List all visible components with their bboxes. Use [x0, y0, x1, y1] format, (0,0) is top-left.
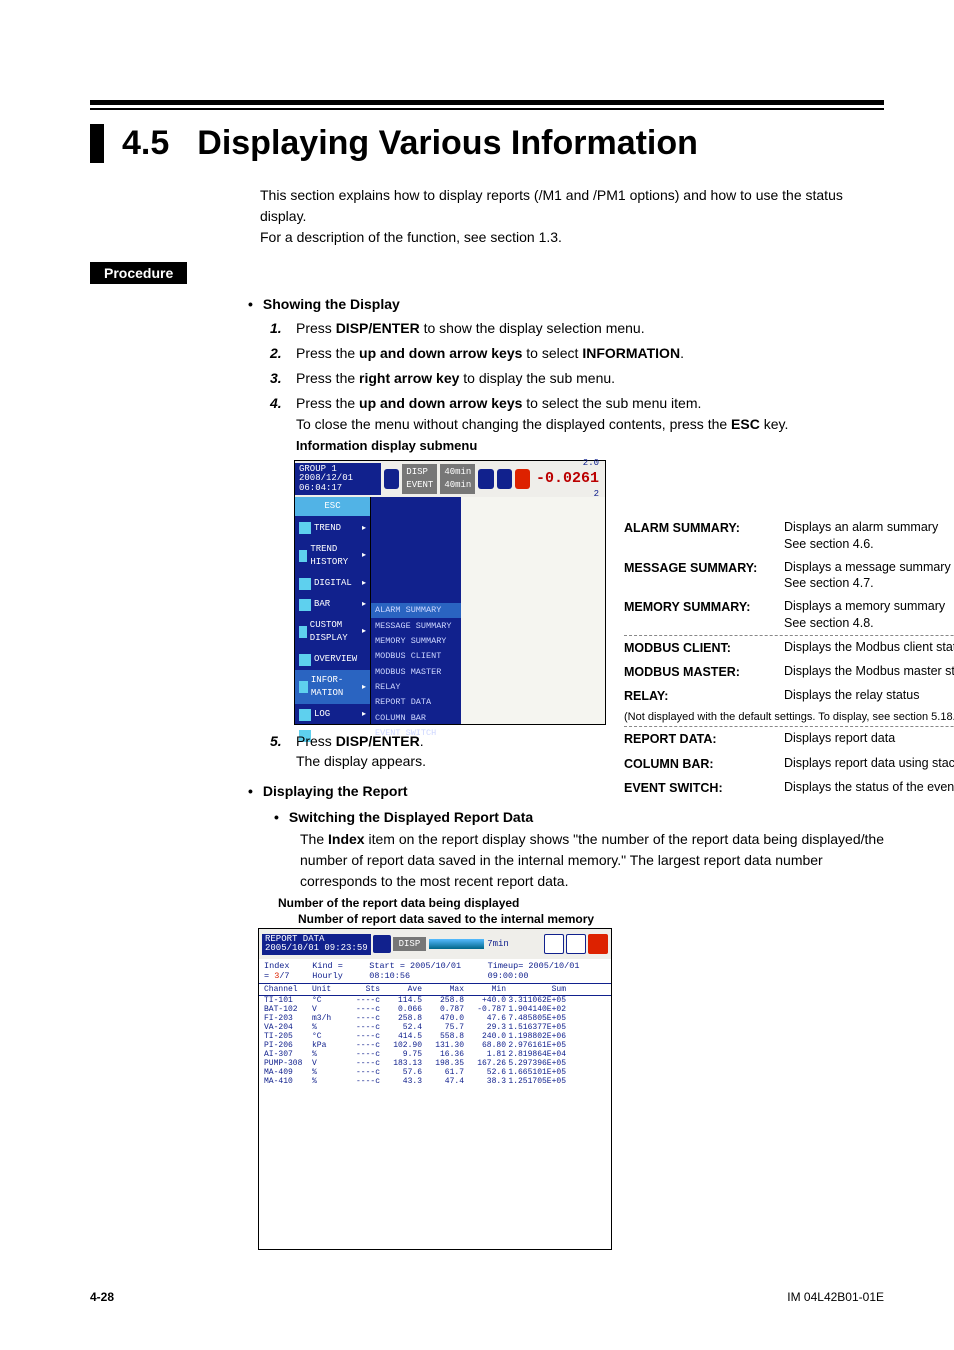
menu-esc[interactable]: ESC — [295, 497, 370, 516]
progress-bar — [429, 939, 484, 949]
relay-note: (Not displayed with the default settings… — [624, 710, 954, 726]
menu-overview[interactable]: OVERVIEW — [295, 649, 370, 670]
disp-label: DISP — [393, 937, 427, 951]
intro-line: For a description of the function, see s… — [260, 227, 884, 248]
submenu-message-summary[interactable]: MESSAGE SUMMARY — [371, 618, 461, 633]
save-icon — [478, 469, 493, 489]
report-row: TI-101°C----c114.5258.8+40.03.311062E+05 — [259, 996, 611, 1005]
submenu-relay[interactable]: RELAY — [371, 679, 461, 694]
tool-icon — [497, 469, 512, 489]
start-display: Start = 2005/10/01 08:10:56 — [369, 961, 487, 981]
status-icon — [384, 469, 399, 489]
span-label: 7min — [487, 939, 509, 949]
report-caption-2: Number of report data saved to the inter… — [298, 912, 884, 926]
submenu-modbus-master[interactable]: MODBUS MASTER — [371, 664, 461, 679]
menu-log[interactable]: LOG▸ — [295, 704, 370, 725]
section-title: Displaying Various Information — [197, 124, 698, 163]
report-row: MA-410%----c43.347.438.31.251705E+05 — [259, 1077, 611, 1086]
save-icon — [544, 934, 564, 954]
report-row: AI-307%----c9.7516.361.812.819864E+04 — [259, 1050, 611, 1059]
report-row: PUMP-308V----c183.13198.35167.265.297396… — [259, 1059, 611, 1068]
menu-information[interactable]: INFOR-MATION▸ — [295, 670, 370, 704]
step-4: Press the up and down arrow keys to sele… — [270, 393, 884, 724]
timeup-display: Timeup= 2005/10/01 09:00:00 — [488, 961, 606, 981]
submenu-memory-summary[interactable]: MEMORY SUMMARY — [371, 633, 461, 648]
tool-icon — [566, 934, 586, 954]
report-body: The Index item on the report display sho… — [300, 829, 884, 892]
menu-trend[interactable]: TREND▸ — [295, 518, 370, 539]
submenu-report-data[interactable]: REPORT DATA — [371, 695, 461, 710]
doc-id: IM 04L42B01-01E — [787, 1290, 884, 1304]
report-row: VA-204%----c52.475.729.31.516377E+05 — [259, 1023, 611, 1032]
menu-bar[interactable]: BAR▸ — [295, 594, 370, 615]
page-number: 4-28 — [90, 1290, 114, 1304]
step-2: Press the up and down arrow keys to sele… — [270, 343, 884, 363]
span-label: 40min40min — [440, 464, 475, 494]
status-icon — [373, 935, 391, 953]
menu-trend-history[interactable]: TREND HISTORY▸ — [295, 539, 370, 573]
report-caption-1: Number of the report data being displaye… — [278, 896, 884, 910]
intro-line: This section explains how to display rep… — [260, 185, 884, 227]
procedure-label: Procedure — [90, 262, 187, 284]
disp-event-label: DISP EVENT — [402, 464, 437, 494]
report-row: MA-409%----c57.661.752.61.665101E+05 — [259, 1068, 611, 1077]
report-row: BAT-102V----c0.0660.787-0.7871.904140E+0… — [259, 1005, 611, 1014]
submenu-column-bar[interactable]: COLUMN BAR — [371, 710, 461, 725]
report-table-header: ChannelUnitStsAveMaxMinSum — [259, 983, 611, 996]
report-screen: REPORT DATA2005/10/01 09:23:59 DISP 7min… — [258, 928, 612, 1250]
step-1: Press DISP/ENTER to show the display sel… — [270, 318, 884, 338]
main-menu-column: ESC TREND▸ TREND HISTORY▸ DIGITAL▸ BAR▸ … — [295, 497, 371, 724]
menu-custom-display[interactable]: CUSTOM DISPLAY▸ — [295, 615, 370, 649]
submenu-figure: GROUP 12008/12/01 06:04:17 DISP EVENT 40… — [294, 460, 884, 725]
kind-display: Kind = Hourly — [312, 961, 369, 981]
submenu-modbus-client[interactable]: MODBUS CLIENT — [371, 649, 461, 664]
step-5: Press DISP/ENTER. The display appears. — [270, 731, 884, 772]
index-display: Index = 3/7 — [264, 961, 312, 981]
menu-digital[interactable]: DIGITAL▸ — [295, 573, 370, 594]
subhead-switching-data: Switching the Displayed Report Data — [274, 809, 884, 825]
report-row: TI-205°C----c414.5558.8240.01.198802E+06 — [259, 1032, 611, 1041]
step-3: Press the right arrow key to display the… — [270, 368, 884, 388]
submenu-alarm-summary[interactable]: ALARM SUMMARY — [371, 603, 461, 618]
alert-icon — [515, 469, 530, 489]
section-number: 4.5 — [122, 124, 169, 163]
submenu-caption: Information display submenu — [296, 437, 884, 456]
report-row: FI-203m3/h----c258.8470.047.67.485805E+0… — [259, 1014, 611, 1023]
subhead-showing-display: Showing the Display — [248, 296, 884, 312]
sub-menu-column: ALARM SUMMARY MESSAGE SUMMARY MEMORY SUM… — [371, 497, 461, 724]
alert-icon — [588, 934, 608, 954]
section-heading: 4.5 Displaying Various Information — [90, 124, 884, 163]
report-row: PI-206kPa----c102.90131.3068.802.976161E… — [259, 1041, 611, 1050]
